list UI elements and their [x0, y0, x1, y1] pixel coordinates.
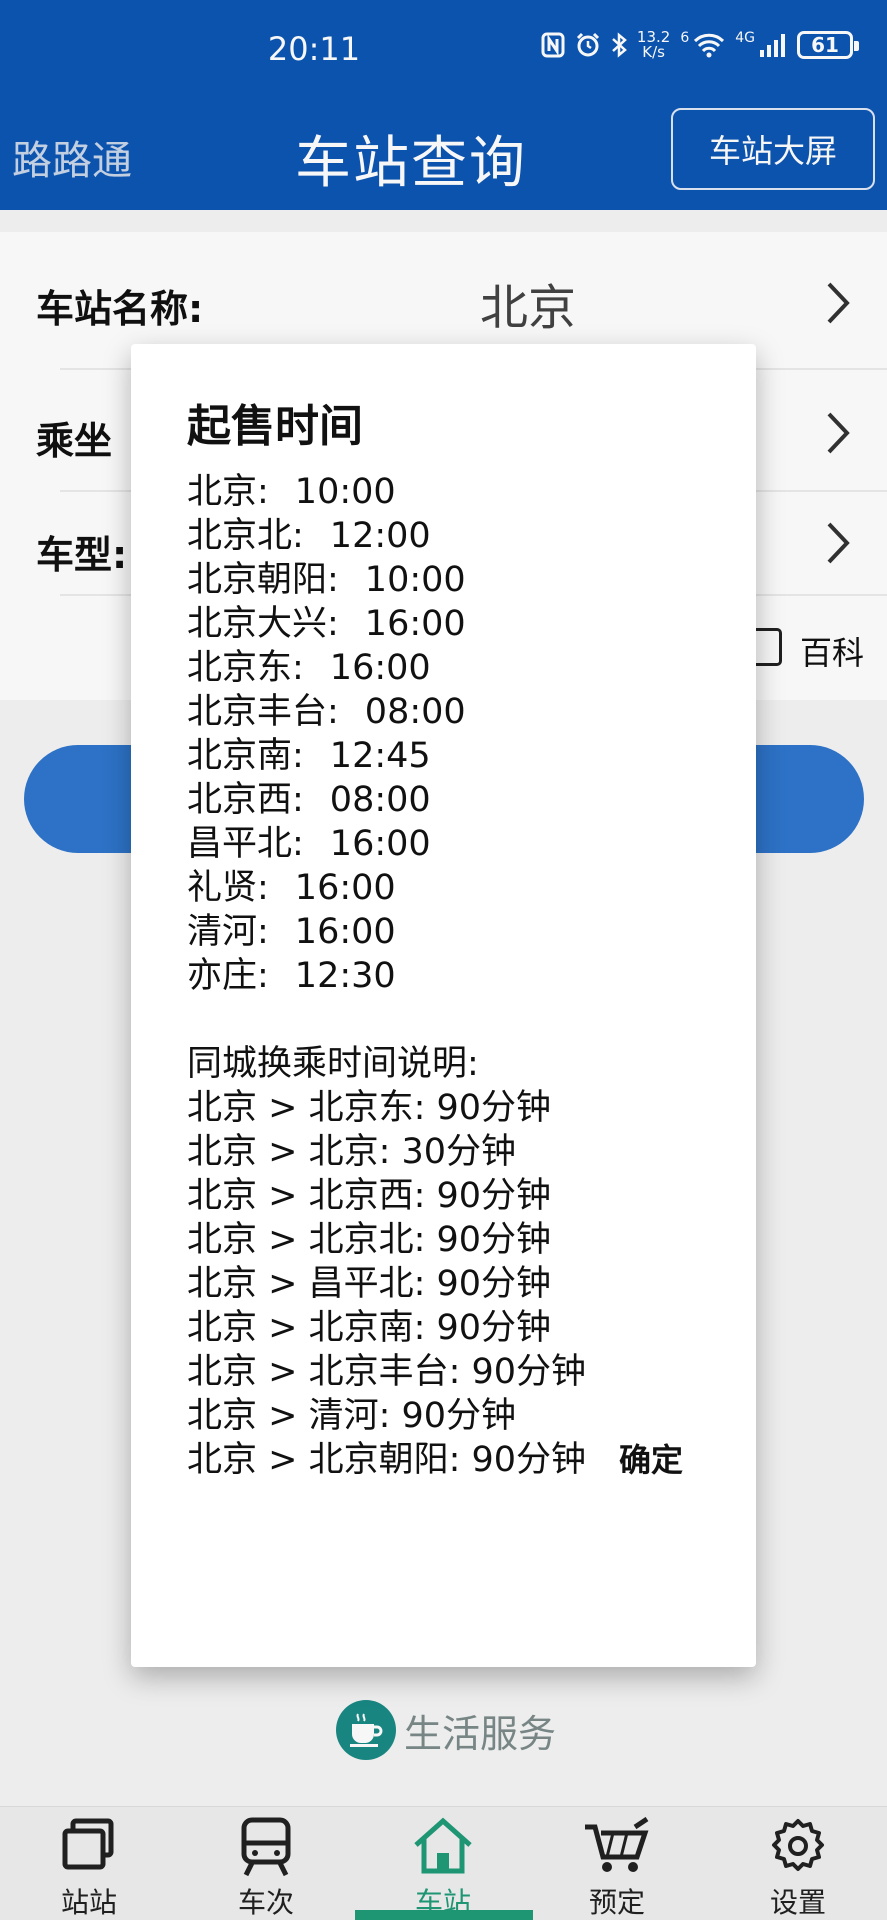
sale-time: 16:00	[329, 648, 431, 688]
sale-time: 12:45	[329, 736, 431, 776]
sale-time-row: 礼贤: 16:00	[187, 866, 727, 910]
sale-time-row: 昌平北: 16:00	[187, 822, 727, 866]
sale-time: 16:00	[329, 824, 431, 864]
sale-time: 12:30	[294, 956, 396, 996]
dialog-title: 起售时间	[187, 401, 363, 452]
sale-time: 12:00	[329, 516, 431, 556]
sale-station: 北京:	[187, 472, 269, 512]
sale-time-row: 北京朝阳: 10:00	[187, 558, 727, 602]
sale-time-row: 清河: 16:00	[187, 910, 727, 954]
sale-station: 北京北:	[187, 516, 304, 556]
sale-station: 礼贤:	[187, 868, 269, 908]
sale-time: 08:00	[329, 780, 431, 820]
sale-station: 北京西:	[187, 780, 304, 820]
sale-station: 北京南:	[187, 736, 304, 776]
confirm-button[interactable]: 确定	[619, 1435, 683, 1481]
sale-station: 北京东:	[187, 648, 304, 688]
transfer-row: 北京 > 北京丰台: 90分钟	[187, 1352, 587, 1392]
sale-station: 北京丰台:	[187, 692, 339, 732]
transfer-row: 北京 > 北京东: 90分钟	[187, 1088, 552, 1128]
sale-time: 10:00	[294, 472, 396, 512]
sale-time-row: 北京大兴: 16:00	[187, 602, 727, 646]
transfer-row: 北京 > 北京南: 90分钟	[187, 1308, 552, 1348]
sale-station: 亦庄:	[187, 956, 269, 996]
transfer-row: 北京 > 北京北: 90分钟	[187, 1220, 552, 1260]
sale-time-dialog: 起售时间 北京: 10:00 北京北: 12:00 北京朝阳: 10:00 北京大兴: 16:…	[131, 344, 756, 1667]
sale-time-row: 北京南: 12:45	[187, 734, 727, 778]
sale-time: 16:00	[294, 868, 396, 908]
sale-station: 清河:	[187, 912, 269, 952]
sale-time-row: 北京丰台: 08:00	[187, 690, 727, 734]
sale-time-row: 亦庄: 12:30	[187, 954, 727, 998]
sale-time: 10:00	[364, 560, 466, 600]
transfer-row: 北京 > 北京西: 90分钟	[187, 1176, 552, 1216]
sale-time-row: 北京东: 16:00	[187, 646, 727, 690]
sale-time-row: 北京: 10:00	[187, 470, 727, 514]
sale-time: 16:00	[364, 604, 466, 644]
transfer-row: 北京 > 清河: 90分钟	[187, 1396, 517, 1436]
sale-time-row: 北京西: 08:00	[187, 778, 727, 822]
sale-time: 08:00	[364, 692, 466, 732]
sale-time: 16:00	[294, 912, 396, 952]
sale-station: 北京朝阳:	[187, 560, 339, 600]
sale-time-row: 北京北: 12:00	[187, 514, 727, 558]
sale-station: 昌平北:	[187, 824, 304, 864]
transfer-heading: 同城换乘时间说明:	[187, 1044, 479, 1084]
sale-station: 北京大兴:	[187, 604, 339, 644]
sale-time-list: 北京: 10:00 北京北: 12:00 北京朝阳: 10:00 北京大兴: 16:00 北京东…	[187, 470, 727, 998]
transfer-list: 北京 > 北京东: 90分钟 北京 > 北京: 30分钟 北京 > 北京西: 90分…	[187, 1086, 727, 1482]
transfer-row: 北京 > 北京: 30分钟	[187, 1132, 517, 1172]
dialog-body: 北京: 10:00 北京北: 12:00 北京朝阳: 10:00 北京大兴: 16:00 北京东…	[187, 470, 727, 1482]
transfer-row: 北京 > 昌平北: 90分钟	[187, 1264, 552, 1304]
